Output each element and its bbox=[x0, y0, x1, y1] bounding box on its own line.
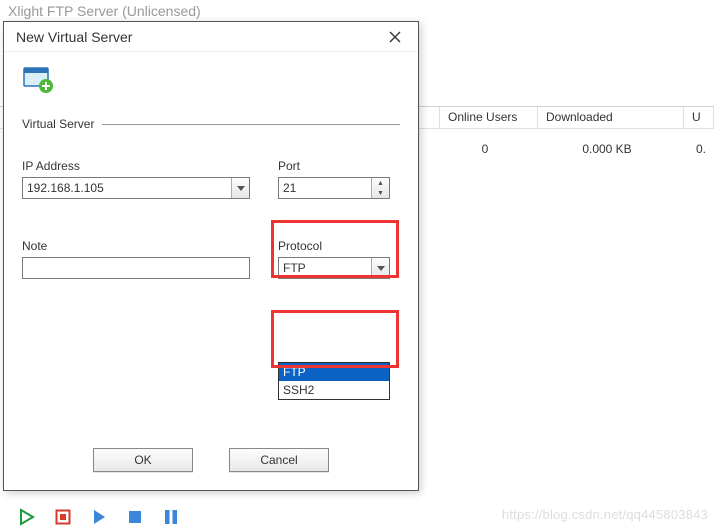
th-downloaded[interactable]: Downloaded bbox=[538, 107, 684, 128]
dialog-title: New Virtual Server bbox=[16, 29, 132, 45]
protocol-value: FTP bbox=[279, 261, 310, 275]
ip-address-combo[interactable]: 192.168.1.105 bbox=[22, 177, 250, 199]
port-label: Port bbox=[278, 159, 390, 173]
dialog-titlebar[interactable]: New Virtual Server bbox=[4, 22, 418, 52]
stop-outline-icon[interactable] bbox=[54, 508, 72, 526]
note-input[interactable] bbox=[22, 257, 250, 279]
new-virtual-server-dialog: New Virtual Server Virtual Server IP Add… bbox=[3, 21, 419, 491]
close-button[interactable] bbox=[380, 25, 410, 49]
chevron-down-icon bbox=[377, 266, 385, 271]
pause-icon[interactable] bbox=[162, 508, 180, 526]
section-header: Virtual Server bbox=[22, 117, 400, 131]
close-icon bbox=[389, 31, 401, 43]
th-uploaded[interactable]: U bbox=[684, 107, 714, 128]
wizard-icon bbox=[22, 66, 400, 99]
dialog-buttons: OK Cancel bbox=[4, 448, 418, 472]
td-downloaded: 0.000 KB bbox=[538, 142, 684, 156]
port-value: 21 bbox=[279, 181, 371, 195]
cancel-button[interactable]: Cancel bbox=[229, 448, 329, 472]
highlight-protocol bbox=[271, 310, 399, 368]
play-outline-icon[interactable] bbox=[18, 508, 36, 526]
td-uploaded: 0. bbox=[684, 142, 714, 156]
th-online-users[interactable]: Online Users bbox=[440, 107, 538, 128]
port-spinner[interactable]: 21 ▲ ▼ bbox=[278, 177, 390, 199]
ip-address-value: 192.168.1.105 bbox=[23, 181, 108, 195]
section-divider bbox=[102, 124, 400, 125]
section-label: Virtual Server bbox=[22, 117, 102, 131]
spin-down-icon[interactable]: ▼ bbox=[377, 188, 384, 198]
chevron-down-icon bbox=[237, 186, 245, 191]
protocol-option-ssh2[interactable]: SSH2 bbox=[279, 381, 389, 399]
ip-label: IP Address bbox=[22, 159, 250, 173]
main-window-title: Xlight FTP Server (Unlicensed) bbox=[8, 3, 201, 19]
port-spin-buttons[interactable]: ▲ ▼ bbox=[371, 178, 389, 198]
bottom-toolbar bbox=[18, 508, 180, 526]
td-online-users: 0 bbox=[440, 142, 538, 156]
note-label: Note bbox=[22, 239, 250, 253]
protocol-field: Protocol FTP FTP SSH2 bbox=[278, 239, 390, 279]
play-icon[interactable] bbox=[90, 508, 108, 526]
protocol-dropdown-button[interactable] bbox=[371, 258, 389, 278]
note-field: Note bbox=[22, 239, 250, 279]
ip-field: IP Address 192.168.1.105 bbox=[22, 159, 250, 199]
protocol-select[interactable]: FTP bbox=[278, 257, 390, 279]
stop-icon[interactable] bbox=[126, 508, 144, 526]
port-field: Port 21 ▲ ▼ bbox=[278, 159, 390, 199]
protocol-option-ftp[interactable]: FTP bbox=[279, 363, 389, 381]
ok-button[interactable]: OK bbox=[93, 448, 193, 472]
protocol-dropdown-list[interactable]: FTP SSH2 bbox=[278, 362, 390, 400]
dialog-body: Virtual Server IP Address 192.168.1.105 … bbox=[4, 52, 418, 490]
watermark: https://blog.csdn.net/qq445803843 bbox=[502, 507, 708, 522]
protocol-label: Protocol bbox=[278, 239, 390, 253]
spin-up-icon[interactable]: ▲ bbox=[377, 178, 384, 188]
ip-dropdown-button[interactable] bbox=[231, 178, 249, 198]
